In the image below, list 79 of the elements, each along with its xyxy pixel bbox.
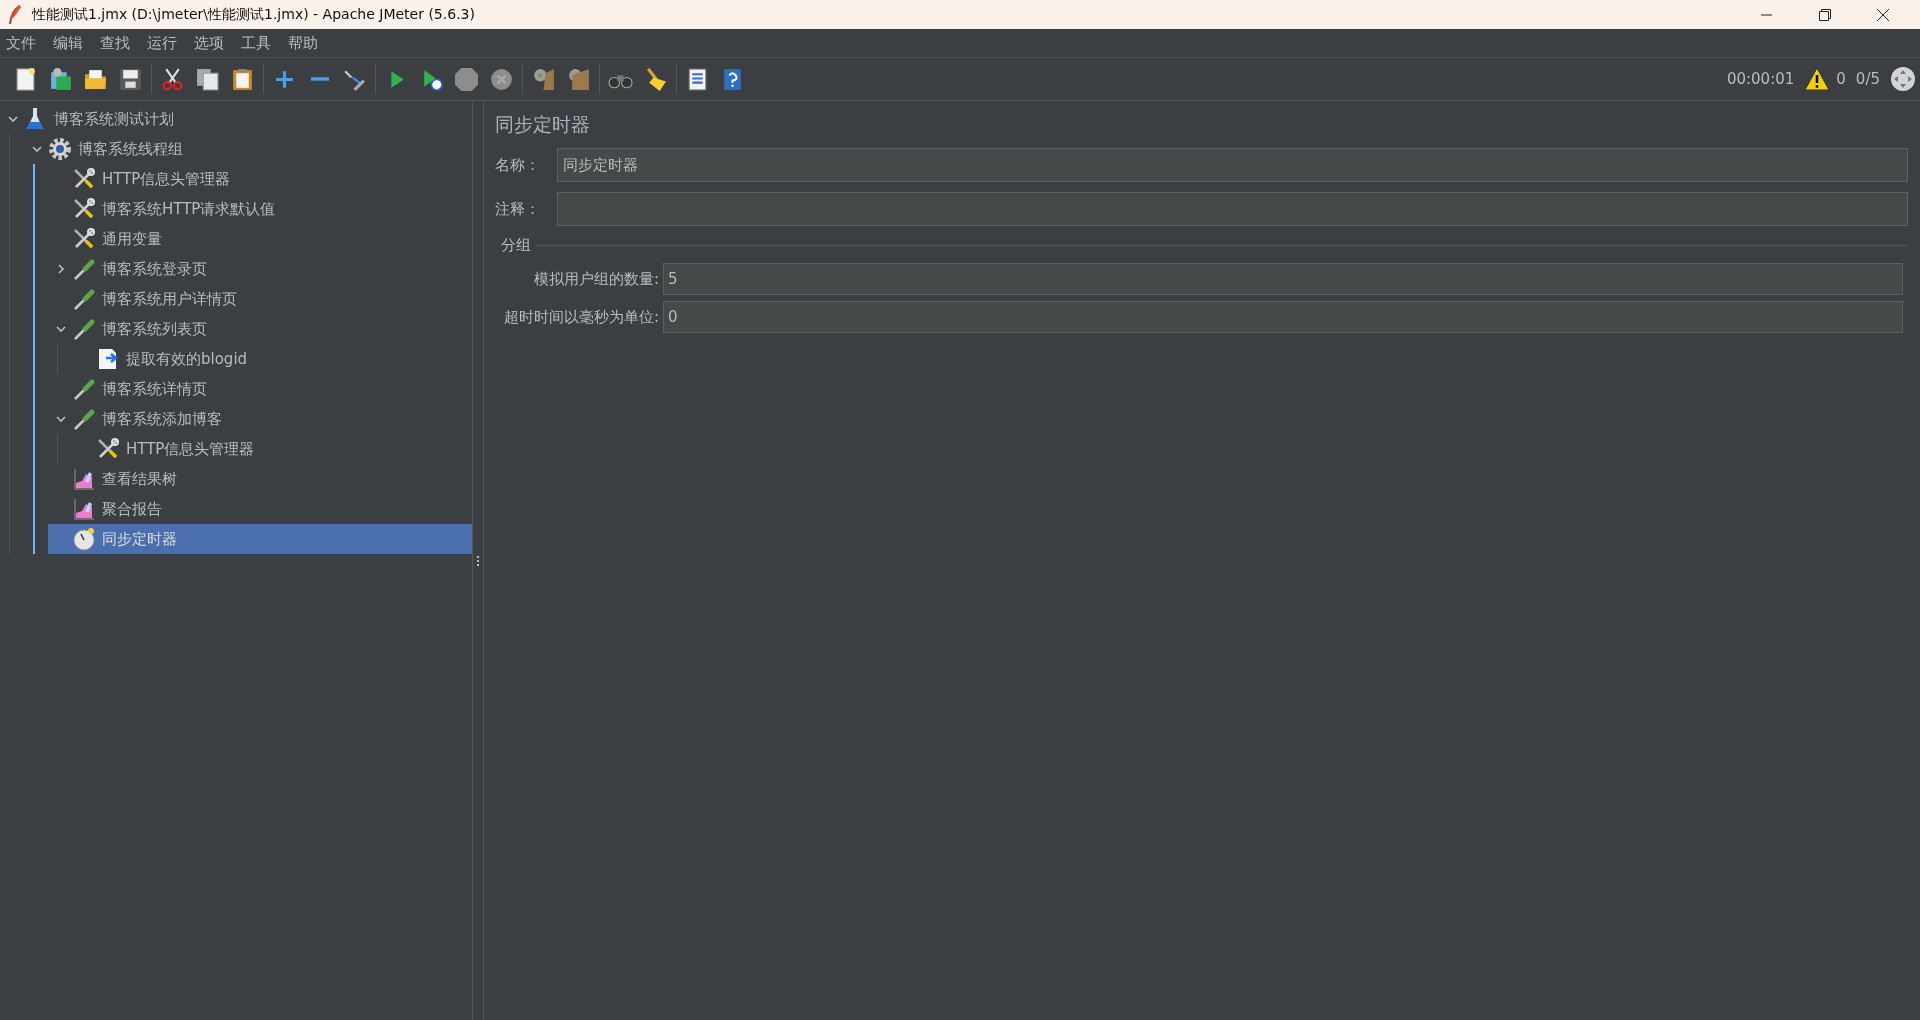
panel-title: 同步定时器 — [495, 112, 591, 137]
tree-item[interactable]: 博客系统测试计划 — [0, 104, 472, 134]
templates-button[interactable] — [48, 66, 73, 92]
pipette-icon — [72, 287, 96, 311]
clipboard-button[interactable] — [230, 66, 255, 92]
name-field[interactable]: 同步定时器 — [557, 148, 1908, 182]
tree-item[interactable]: 博客系统用户详情页 — [48, 284, 472, 314]
wrench-screwdriver-icon — [72, 167, 96, 191]
clipboard-icon — [230, 66, 255, 92]
window-title: 性能测试1.jmx (D:\jmeter\性能测试1.jmx) - Apache JMeter (5.6.3) — [32, 5, 476, 24]
caret-icon[interactable] — [55, 323, 67, 335]
menu-item[interactable]: 帮助 — [283, 31, 323, 55]
field-label: 模拟用户组的数量: — [532, 269, 660, 289]
gear-brooms-button[interactable] — [566, 66, 591, 92]
tree-item[interactable]: 博客系统线程组 — [24, 134, 472, 164]
caret-icon[interactable] — [55, 413, 67, 425]
caret-icon[interactable] — [31, 143, 43, 155]
pipette-icon — [72, 257, 96, 281]
gear-broom-icon — [531, 66, 556, 92]
tree-item[interactable]: 博客系统登录页 — [48, 254, 472, 284]
input-field[interactable]: 5 — [663, 263, 1903, 295]
scissors-button[interactable] — [160, 66, 185, 92]
caret-icon[interactable] — [7, 113, 19, 125]
menu-item[interactable]: 运行 — [142, 31, 182, 55]
close-icon — [1877, 8, 1889, 21]
menu-item[interactable]: 编辑 — [48, 31, 88, 55]
menu-item[interactable]: 工具 — [236, 31, 276, 55]
group-title: 分组 — [501, 236, 531, 255]
wrench-screwdriver-icon — [72, 197, 96, 221]
menu-item[interactable]: 查找 — [95, 31, 135, 55]
tree-item[interactable]: 博客系统列表页 — [48, 314, 472, 344]
x-circle-button[interactable] — [489, 66, 514, 92]
chart-icon — [72, 497, 96, 521]
input-field[interactable]: 0 — [663, 301, 1903, 333]
tree-item[interactable]: HTTP信息头管理器 — [72, 434, 472, 464]
floppy-disk-button[interactable] — [118, 66, 143, 92]
warning-icon[interactable] — [1804, 67, 1831, 91]
pipette-icon — [72, 317, 96, 341]
tree-item[interactable]: 博客系统详情页 — [48, 374, 472, 404]
field-label: 超时时间以毫秒为单位: — [502, 307, 660, 327]
gear-brooms-icon — [566, 66, 591, 92]
pipette-icon — [72, 407, 96, 431]
field-label: 注释： — [495, 199, 541, 219]
warning-count: 0 — [1836, 70, 1846, 88]
wrench-screwdriver-icon — [96, 437, 120, 461]
elapsed-time: 00:00:01 — [1726, 70, 1795, 88]
x-circle-icon — [489, 66, 514, 92]
stopwatch-icon — [72, 527, 96, 551]
stop-sign-icon — [454, 66, 479, 92]
gear-icon — [48, 137, 72, 161]
wrench-screwdriver-icon — [72, 227, 96, 251]
copy-icon — [195, 66, 220, 92]
menu-item[interactable]: 文件 — [1, 31, 41, 55]
comment-field[interactable] — [557, 192, 1908, 226]
templates-icon — [48, 66, 73, 92]
flask-icon — [24, 107, 46, 131]
tree-item[interactable]: 通用变量 — [48, 224, 472, 254]
scissors-icon — [160, 66, 185, 92]
tree-item[interactable]: 聚合报告 — [48, 494, 472, 524]
tree-item[interactable]: HTTP信息头管理器 — [48, 164, 472, 194]
gear-broom-button[interactable] — [531, 66, 556, 92]
field-label: 名称： — [495, 155, 541, 175]
tree-item[interactable]: 提取有效的blogid — [72, 344, 472, 374]
menu-item[interactable]: 选项 — [189, 31, 229, 55]
feather-icon — [8, 4, 22, 25]
copy-button[interactable] — [195, 66, 220, 92]
pipette-icon — [72, 377, 96, 401]
thread-count: 0/5 — [1855, 70, 1880, 88]
tree-item[interactable]: 博客系统添加博客 — [48, 404, 472, 434]
caret-icon[interactable] — [55, 263, 67, 275]
restore-icon — [1819, 8, 1831, 21]
chart-icon — [72, 467, 96, 491]
tree-item[interactable]: 博客系统HTTP请求默认值 — [48, 194, 472, 224]
tree-item[interactable]: 同步定时器 — [48, 524, 472, 554]
circle-arrows-icon[interactable] — [1890, 66, 1916, 92]
tree-item[interactable]: 查看结果树 — [48, 464, 472, 494]
page-arrow-icon — [96, 347, 120, 371]
stop-sign-button[interactable] — [454, 66, 479, 92]
minus-icon — [310, 77, 329, 81]
